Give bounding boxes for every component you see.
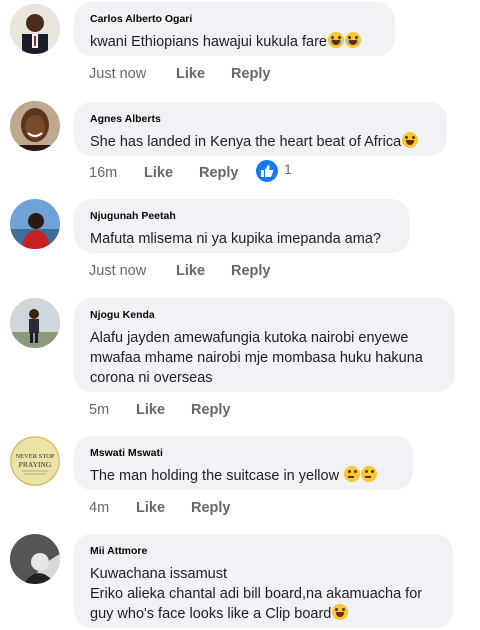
comment-bubble: Mii Attmore Kuwachana issamust Eriko ali… — [74, 534, 453, 628]
grin-emoji — [402, 132, 419, 148]
avatar[interactable] — [10, 534, 60, 584]
avatar[interactable] — [10, 101, 60, 151]
reaction-count[interactable]: 1 — [284, 161, 292, 177]
like-reaction-icon[interactable] — [254, 158, 280, 184]
comment-time: Just now — [89, 66, 147, 82]
comment-author[interactable]: Mswati Mswati — [90, 446, 397, 460]
reply-button[interactable]: Reply — [231, 263, 271, 279]
comment-bubble: Mswati Mswati The man holding the suitca… — [74, 436, 413, 490]
comment-time: 5m — [89, 402, 110, 418]
avatar[interactable] — [10, 4, 60, 54]
avatar-text: PRAYING — [19, 460, 52, 469]
comment-text: Kuwachana issamust Eriko alieka chantal … — [90, 564, 437, 624]
comment-time: Just now — [89, 263, 147, 279]
comment-text: kwani Ethiopians hawajui kukula fare — [90, 32, 379, 52]
comment-text-line: corona ni overseas — [90, 370, 213, 386]
comment-text: Alafu jayden amewafungia kutoka nairobi … — [90, 328, 439, 388]
comment-bubble: Njugunah Peetah Mafuta mlisema ni ya kup… — [74, 199, 410, 253]
avatar-text: NEVER STOP — [15, 453, 54, 460]
comment-author[interactable]: Njogu Kenda — [90, 308, 439, 322]
comment-text-line: Alafu jayden amewafungia kutoka nairobi … — [90, 330, 409, 346]
thinking-emoji — [344, 466, 361, 482]
comment-author[interactable]: Carlos Alberto Ogari — [90, 12, 379, 26]
like-button[interactable]: Like — [136, 500, 165, 516]
comment-text-content: She has landed in Kenya the heart beat o… — [90, 134, 402, 150]
comment-author[interactable]: Mii Attmore — [90, 544, 437, 558]
comment-text-line: Eriko alieka chantal adi bill board,na a… — [90, 586, 423, 602]
comment-author[interactable]: Agnes Alberts — [90, 112, 431, 126]
comment-text: The man holding the suitcase in yellow — [90, 466, 397, 486]
reply-button[interactable]: Reply — [199, 165, 239, 181]
like-button[interactable]: Like — [144, 165, 173, 181]
like-button[interactable]: Like — [136, 402, 165, 418]
comment-text-line: Kuwachana issamust — [90, 566, 228, 582]
smile-emoji — [332, 604, 349, 620]
like-button[interactable]: Like — [176, 263, 205, 279]
reply-button[interactable]: Reply — [191, 500, 231, 516]
comment-bubble: Carlos Alberto Ogari kwani Ethiopians ha… — [74, 2, 395, 56]
comment-text-content: The man holding the suitcase in yellow — [90, 468, 340, 484]
comment-author[interactable]: Njugunah Peetah — [90, 209, 394, 223]
comment-time: 4m — [89, 500, 110, 516]
reply-button[interactable]: Reply — [191, 402, 231, 418]
reply-button[interactable]: Reply — [231, 66, 271, 82]
comment-bubble: Njogu Kenda Alafu jayden amewafungia kut… — [74, 298, 455, 392]
comment-text-line: guy who's face looks like a Clip board — [90, 604, 437, 624]
laugh-cry-emoji — [327, 32, 344, 48]
comment-bubble: Agnes Alberts She has landed in Kenya th… — [74, 102, 447, 156]
comment-text-line: mwafaa mhame nairobi mje mombasa huku ha… — [90, 350, 423, 366]
laugh-cry-emoji — [344, 32, 361, 48]
comment-text-content: kwani Ethiopians hawajui kukula fare — [90, 34, 327, 50]
comment-text-content: guy who's face looks like a Clip board — [90, 606, 332, 622]
avatar[interactable] — [10, 199, 60, 249]
like-button[interactable]: Like — [176, 66, 205, 82]
thinking-emoji — [361, 466, 378, 482]
comment-text: She has landed in Kenya the heart beat o… — [90, 132, 431, 152]
comment-text: Mafuta mlisema ni ya kupika imepanda ama… — [90, 231, 381, 247]
comment-time: 16m — [89, 165, 118, 181]
avatar[interactable] — [10, 298, 60, 348]
avatar[interactable]: NEVER STOP PRAYING — [10, 436, 60, 486]
